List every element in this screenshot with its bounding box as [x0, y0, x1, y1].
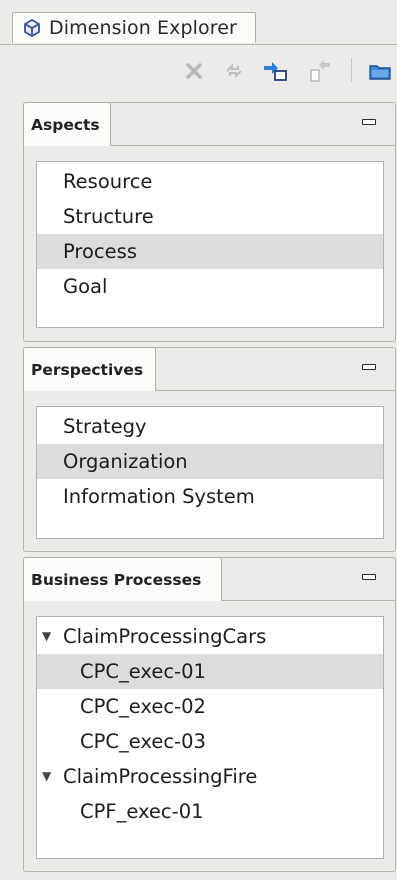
- export-arrow-icon: [310, 60, 330, 82]
- toolbar-separator: [351, 58, 352, 82]
- list-item-label: ClaimProcessingCars: [63, 625, 267, 648]
- refresh-button[interactable]: [221, 58, 247, 84]
- list-item-label: Strategy: [63, 415, 147, 438]
- minimize-icon[interactable]: [362, 364, 376, 370]
- list-item-label: CPF_exec-01: [80, 800, 204, 823]
- folder-icon: [369, 65, 391, 80]
- list-item-label: Organization: [63, 450, 188, 473]
- tab-aspects[interactable]: Aspects: [23, 102, 111, 146]
- business-processes-tab-label: Business Processes: [31, 570, 202, 589]
- expand-triangle-icon[interactable]: ▼: [42, 759, 51, 794]
- list-item-label: Goal: [63, 275, 108, 298]
- tree-node-process[interactable]: ▼ ClaimProcessingCars: [37, 619, 383, 654]
- list-item-label: CPC_exec-03: [80, 730, 206, 753]
- list-item-aspect[interactable]: Resource: [37, 164, 383, 199]
- tree-node-execution[interactable]: CPC_exec-03: [37, 724, 383, 759]
- list-item-label: CPC_exec-02: [80, 695, 206, 718]
- import-button[interactable]: [262, 58, 288, 84]
- tree-node-execution[interactable]: CPC_exec-01: [37, 654, 383, 689]
- delete-x-icon: [186, 63, 202, 79]
- refresh-icon: [226, 63, 242, 79]
- aspects-tab-label: Aspects: [31, 115, 100, 134]
- tree-node-process[interactable]: ▼ ClaimProcessingFire: [37, 759, 383, 794]
- list-item-perspective[interactable]: Information System: [37, 479, 383, 514]
- tab-underline: [111, 145, 396, 146]
- perspectives-list: Strategy Organization Information System: [36, 406, 384, 539]
- view-tab-strip: Dimension Explorer: [0, 0, 397, 45]
- tab-business-processes[interactable]: Business Processes: [23, 557, 222, 601]
- list-item-label: ClaimProcessingFire: [63, 765, 258, 788]
- tree-node-execution[interactable]: CPC_exec-02: [37, 689, 383, 724]
- list-item-label: Resource: [63, 170, 153, 193]
- export-button[interactable]: [308, 58, 334, 84]
- business-processes-section: Business Processes ▼ ClaimProcessingCars C…: [23, 557, 396, 872]
- aspects-list: Resource Structure Process Goal: [36, 161, 384, 328]
- minimize-icon[interactable]: [362, 574, 376, 580]
- cube-icon: [21, 17, 43, 39]
- minimize-icon[interactable]: [362, 119, 376, 125]
- list-item-perspective[interactable]: Strategy: [37, 409, 383, 444]
- delete-button[interactable]: [181, 58, 207, 84]
- perspectives-section: Perspectives Strategy Organization Informa…: [23, 347, 396, 552]
- tree-node-execution[interactable]: CPF_exec-01: [37, 794, 383, 829]
- expand-triangle-icon[interactable]: ▼: [42, 619, 51, 654]
- perspectives-tab-label: Perspectives: [31, 360, 144, 379]
- list-item-aspect[interactable]: Goal: [37, 269, 383, 304]
- list-item-perspective[interactable]: Organization: [37, 444, 383, 479]
- aspects-section: Aspects Resource Structure Process Goal: [23, 102, 396, 342]
- tab-underline: [156, 390, 396, 391]
- view-tab-dimension-explorer[interactable]: Dimension Explorer: [12, 12, 256, 43]
- list-item-aspect[interactable]: Process: [37, 234, 383, 269]
- list-item-label: CPC_exec-01: [80, 660, 206, 683]
- business-processes-tree: ▼ ClaimProcessingCars CPC_exec-01 CPC_exec-…: [36, 616, 384, 859]
- tab-underline: [222, 600, 396, 601]
- list-item-label: Information System: [63, 485, 255, 508]
- open-folder-button[interactable]: [367, 58, 393, 84]
- list-item-label: Structure: [63, 205, 154, 228]
- list-item-aspect[interactable]: Structure: [37, 199, 383, 234]
- tab-perspectives[interactable]: Perspectives: [23, 347, 156, 391]
- list-item-label: Process: [63, 240, 137, 263]
- import-arrow-icon: [264, 62, 287, 81]
- view-title: Dimension Explorer: [49, 17, 237, 39]
